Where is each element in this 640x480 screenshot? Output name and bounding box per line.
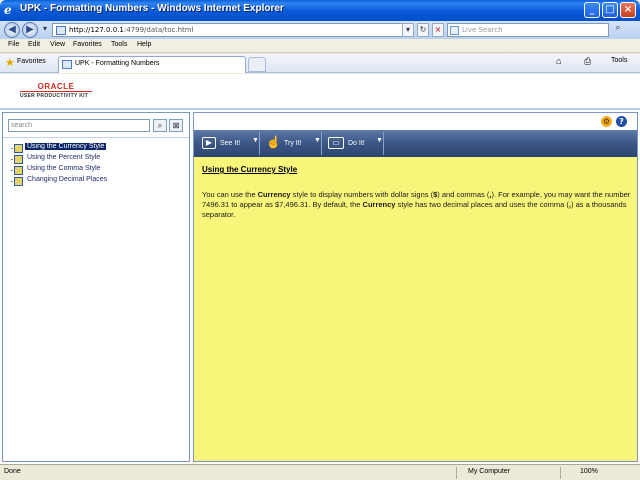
topic-body: You can use the Currency style to displa… bbox=[202, 190, 632, 220]
tree-item-label: Using the Currency Style bbox=[25, 143, 107, 150]
maximize-button[interactable]: □ bbox=[602, 2, 618, 18]
outline-tree: Using the Currency Style Using the Perce… bbox=[11, 143, 109, 187]
favorites-label: Favorites bbox=[17, 58, 46, 65]
topic-icon bbox=[14, 177, 23, 186]
favorites-button[interactable]: ★ Favorites bbox=[3, 56, 50, 71]
tree-item-label: Using the Comma Style bbox=[27, 165, 101, 172]
minimize-button[interactable]: _ bbox=[584, 2, 600, 18]
search-icon[interactable]: ⌕ bbox=[153, 119, 167, 132]
tree-item-comma-style[interactable]: Using the Comma Style bbox=[11, 165, 109, 176]
print-icon[interactable]: ⎙ bbox=[584, 56, 591, 67]
home-icon[interactable]: ⌂ bbox=[556, 56, 561, 66]
see-it-button[interactable]: ▶ See It! ▼ bbox=[198, 132, 260, 155]
live-search-placeholder: Live Search bbox=[462, 26, 503, 34]
tree-item-percent-style[interactable]: Using the Percent Style bbox=[11, 154, 109, 165]
outline-pane: search ⌕ ⊠ Using the Currency Style Usin… bbox=[2, 112, 190, 462]
page-icon bbox=[56, 26, 66, 35]
topic-top-strip: ⚙ ? bbox=[194, 113, 637, 130]
ie-logo-icon: e bbox=[4, 3, 12, 17]
menu-favorites[interactable]: Favorites bbox=[73, 41, 102, 48]
oracle-logo: ORACLE USER PRODUCTIVITY KIT bbox=[20, 82, 92, 99]
try-it-button[interactable]: ☝ Try It! ▼ bbox=[262, 132, 322, 155]
forward-button[interactable]: ▶ bbox=[22, 22, 38, 38]
mode-toolbar: ▶ See It! ▼ ☝ Try It! ▼ ▭ Do It! ▼ bbox=[194, 130, 637, 157]
tree-item-decimal-places[interactable]: Changing Decimal Places bbox=[11, 176, 109, 187]
play-icon: ▶ bbox=[202, 137, 216, 149]
body-bold-run: Currency bbox=[362, 200, 396, 209]
menu-tools[interactable]: Tools bbox=[111, 41, 127, 48]
do-it-button[interactable]: ▭ Do It! ▼ bbox=[324, 132, 384, 155]
tree-item-label: Using the Percent Style bbox=[27, 154, 101, 161]
menu-bar: File Edit View Favorites Tools Help bbox=[0, 39, 640, 53]
search-go-icon[interactable]: ⌕ bbox=[611, 23, 625, 37]
outline-search-input[interactable]: search bbox=[8, 119, 150, 132]
tree-item-label: Changing Decimal Places bbox=[27, 176, 108, 183]
new-tab-button[interactable] bbox=[248, 57, 266, 72]
tools-button[interactable]: Tools bbox=[611, 57, 627, 64]
close-button[interactable]: × bbox=[620, 2, 636, 18]
see-it-label: See It! bbox=[220, 140, 241, 147]
menu-help[interactable]: Help bbox=[137, 41, 151, 48]
history-dropdown-icon[interactable]: ▾ bbox=[39, 23, 51, 37]
back-button[interactable]: ◀ bbox=[4, 22, 20, 38]
topic-icon bbox=[14, 144, 23, 153]
chevron-down-icon[interactable]: ▼ bbox=[252, 137, 259, 144]
browser-window: e UPK - Formatting Numbers - Windows Int… bbox=[0, 0, 640, 480]
topic-content: Using the Currency Style You can use the… bbox=[202, 165, 632, 220]
preferences-icon[interactable]: ⚙ bbox=[601, 116, 612, 127]
menu-file[interactable]: File bbox=[8, 41, 19, 48]
topic-icon bbox=[14, 155, 23, 164]
star-icon: ★ bbox=[5, 57, 15, 69]
stop-button[interactable]: × bbox=[432, 23, 444, 37]
status-separator bbox=[456, 467, 457, 479]
tree-item-currency-style[interactable]: Using the Currency Style bbox=[11, 143, 109, 154]
do-it-label: Do It! bbox=[348, 140, 365, 147]
url-host: http://127.0.0.1 bbox=[69, 26, 124, 34]
oracle-wordmark: ORACLE bbox=[20, 82, 92, 92]
tab-page-icon bbox=[62, 60, 72, 69]
refresh-button[interactable]: ↻ bbox=[417, 23, 429, 37]
chevron-down-icon[interactable]: ▼ bbox=[376, 137, 383, 144]
body-text-run: style to display numbers with dollar sig… bbox=[290, 190, 434, 199]
window-title: UPK - Formatting Numbers - Windows Inter… bbox=[20, 3, 284, 14]
menu-view[interactable]: View bbox=[50, 41, 65, 48]
favorites-bar: ★ Favorites UPK - Formatting Numbers ⌂ ⎙… bbox=[0, 54, 640, 73]
upk-header: ORACLE USER PRODUCTIVITY KIT bbox=[0, 74, 640, 110]
outline-divider bbox=[3, 137, 189, 138]
hand-icon: ☝ bbox=[266, 135, 281, 149]
menu-edit[interactable]: Edit bbox=[28, 41, 40, 48]
body-text-run: style has two decimal places and uses th… bbox=[395, 200, 569, 209]
topic-pane: ⚙ ? ▶ See It! ▼ ☝ Try It! ▼ ▭ Do It! ▼ U… bbox=[193, 112, 638, 462]
upk-wordmark: USER PRODUCTIVITY KIT bbox=[20, 93, 89, 99]
topic-title: Using the Currency Style bbox=[202, 165, 298, 174]
status-separator bbox=[560, 467, 561, 479]
tab-label: UPK - Formatting Numbers bbox=[75, 60, 160, 67]
clear-search-icon[interactable]: ⊠ bbox=[169, 119, 183, 132]
window-icon: ▭ bbox=[328, 137, 344, 149]
live-search-input[interactable]: Live Search bbox=[447, 23, 609, 37]
address-dropdown-icon[interactable]: ▾ bbox=[402, 23, 414, 37]
body-bold-run: Currency bbox=[257, 190, 291, 199]
title-bar: e UPK - Formatting Numbers - Windows Int… bbox=[0, 0, 640, 21]
address-row: ◀ ▶ ▾ http://127.0.0.1:4799/data/toc.htm… bbox=[0, 21, 640, 39]
page-content: ORACLE USER PRODUCTIVITY KIT search ⌕ ⊠ … bbox=[0, 74, 640, 464]
body-text-run: You can use the bbox=[202, 190, 258, 199]
status-bar: Done My Computer 100% bbox=[0, 464, 640, 480]
url-path: :4799/data/toc.html bbox=[123, 26, 194, 34]
zoom-level[interactable]: 100% bbox=[580, 468, 598, 475]
help-icon[interactable]: ? bbox=[616, 116, 627, 127]
status-text: Done bbox=[4, 468, 21, 475]
try-it-label: Try It! bbox=[284, 140, 302, 147]
body-text-run: ) and commas ( bbox=[437, 190, 490, 199]
tab-upk[interactable]: UPK - Formatting Numbers bbox=[58, 56, 246, 73]
live-search-icon bbox=[450, 26, 459, 35]
chevron-down-icon[interactable]: ▼ bbox=[314, 137, 321, 144]
zone-text: My Computer bbox=[468, 468, 511, 475]
topic-icon bbox=[14, 166, 23, 175]
address-input[interactable]: http://127.0.0.1:4799/data/toc.html bbox=[52, 23, 414, 37]
